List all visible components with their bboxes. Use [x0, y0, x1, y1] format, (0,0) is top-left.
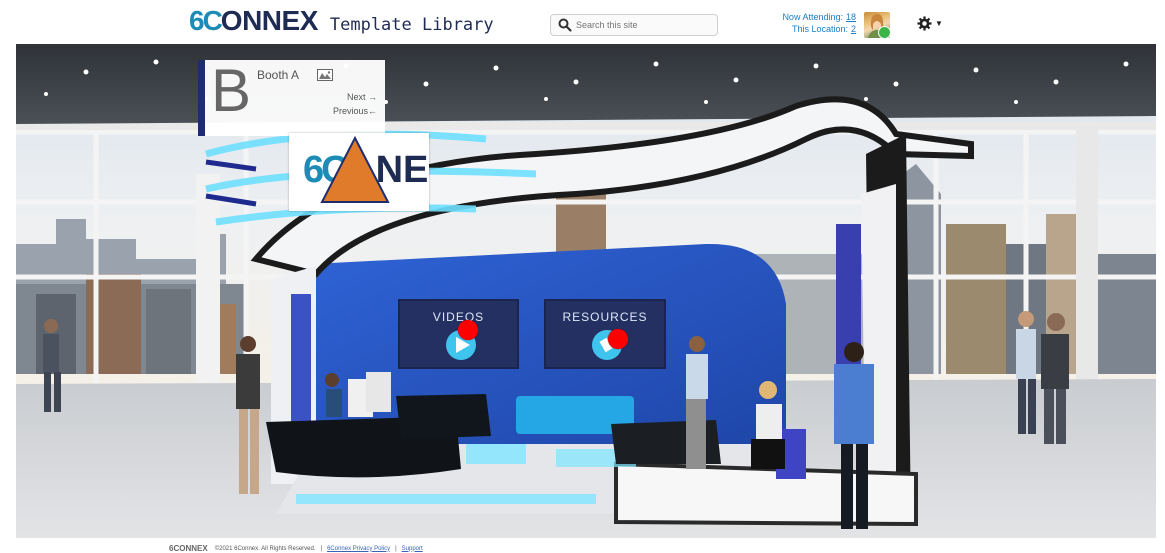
- footer-content: 6CONNEX ©2021 6Connex. All Rights Reserv…: [169, 544, 423, 553]
- settings-menu[interactable]: ▼: [917, 16, 943, 31]
- videos-hotspot[interactable]: [458, 320, 478, 340]
- now-attending-label: Now Attending:: [782, 12, 843, 22]
- videos-screen-title: VIDEOS: [432, 310, 485, 324]
- user-avatar[interactable]: [864, 12, 890, 38]
- site-logo[interactable]: 6C ONNEX Template Library: [189, 5, 494, 39]
- footer-logo: 6CONNEX: [169, 544, 208, 553]
- booth-letter: B: [211, 57, 252, 124]
- footer-copyright: ©2021 6Connex. All Rights Reserved.: [214, 545, 316, 552]
- virtual-booth-scene: B Booth A Next → Previous← 6C NEX VIDEOS…: [16, 44, 1156, 538]
- previous-booth-link[interactable]: Previous←: [333, 106, 377, 116]
- privacy-policy-link[interactable]: 6Connex Privacy Policy: [327, 546, 390, 552]
- footer-separator: |: [395, 545, 397, 552]
- footer-separator: |: [320, 545, 323, 552]
- logo-onnex: ONNEX: [220, 5, 319, 36]
- resources-screen[interactable]: RESOURCES: [544, 299, 666, 369]
- search-box[interactable]: [550, 14, 718, 36]
- this-location-count[interactable]: 2: [851, 24, 856, 34]
- this-location-label: This Location:: [791, 24, 848, 34]
- booth-sign: 6C NEX: [289, 133, 429, 211]
- map-icon[interactable]: [317, 69, 333, 81]
- site-title: Template Library: [329, 15, 494, 35]
- top-header: 6C ONNEX Template Library Now Attending:…: [0, 0, 1165, 44]
- logo-6c: 6C: [189, 5, 223, 36]
- support-link[interactable]: Support: [402, 546, 423, 552]
- next-booth-link[interactable]: Next →: [347, 92, 377, 102]
- this-location: This Location: 2: [760, 23, 856, 35]
- page-footer: 6CONNEX ©2021 6Connex. All Rights Reserv…: [0, 538, 1165, 553]
- videos-screen[interactable]: VIDEOS: [398, 299, 519, 369]
- gear-icon[interactable]: [917, 16, 932, 31]
- resources-hotspot[interactable]: [608, 329, 628, 349]
- now-attending-count[interactable]: 18: [846, 12, 856, 22]
- attendance-info: Now Attending: 18 This Location: 2: [760, 11, 856, 35]
- booth-navigator: B Booth A Next → Previous←: [198, 57, 385, 136]
- search-input[interactable]: [573, 20, 706, 30]
- chevron-down-icon: ▼: [935, 19, 943, 28]
- booth-name: Booth A: [257, 68, 300, 82]
- orange-triangle-marker[interactable]: [320, 136, 390, 204]
- resources-screen-title: RESOURCES: [562, 310, 648, 324]
- online-status-badge: [878, 26, 890, 38]
- booth-background: [16, 44, 1156, 538]
- search-icon[interactable]: [557, 17, 573, 33]
- now-attending: Now Attending: 18: [760, 11, 856, 23]
